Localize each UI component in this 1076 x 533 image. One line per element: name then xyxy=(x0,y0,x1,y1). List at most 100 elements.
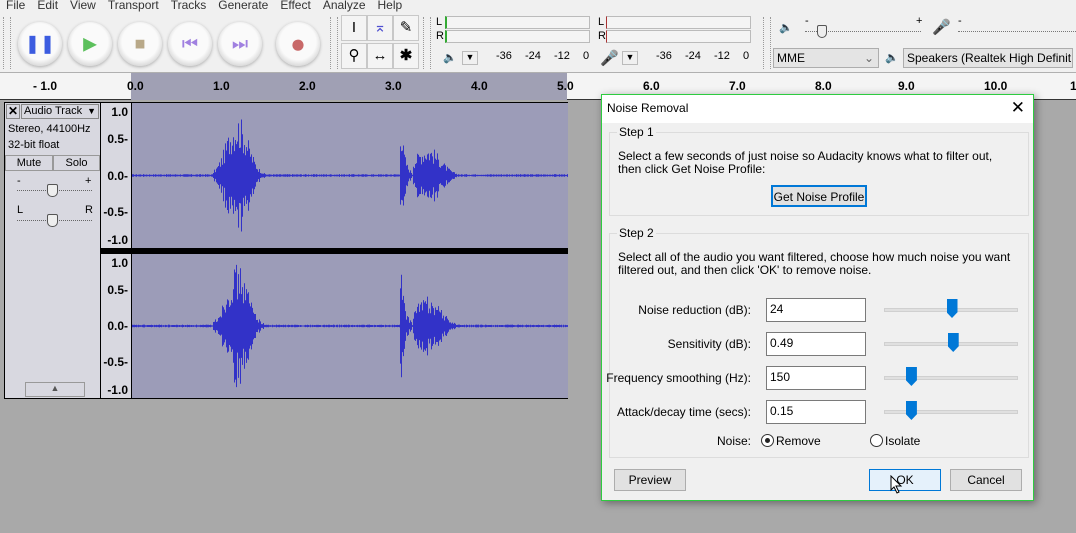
waveform-right-channel[interactable] xyxy=(132,254,568,398)
field-slider[interactable] xyxy=(884,367,1018,386)
slider-thumb[interactable] xyxy=(47,184,58,197)
preview-button[interactable]: Preview xyxy=(614,469,686,491)
vertical-ruler-right[interactable]: 1.0 0.5- 0.0- -0.5- -1.0 xyxy=(101,254,131,398)
ruler-tick-label: 2.0 xyxy=(299,79,316,93)
play-button[interactable]: ▶ xyxy=(68,22,112,66)
slider-thumb[interactable] xyxy=(905,367,917,386)
get-noise-profile-button[interactable]: Get Noise Profile xyxy=(771,185,867,207)
cancel-button[interactable]: Cancel xyxy=(950,469,1022,491)
field-slider[interactable] xyxy=(884,299,1018,318)
menu-view[interactable]: View xyxy=(64,0,102,13)
record-meter-right[interactable] xyxy=(606,30,751,43)
playback-volume-slider[interactable] xyxy=(805,25,921,38)
toolbar-grip[interactable] xyxy=(763,17,771,69)
ok-button[interactable]: OK xyxy=(869,469,941,491)
toolbar-grip[interactable] xyxy=(330,17,338,69)
gain-slider[interactable] xyxy=(17,184,92,197)
skip-start-button[interactable]: ⏮ xyxy=(168,22,212,66)
menu-generate[interactable]: Generate xyxy=(212,0,274,13)
toolbar-grip[interactable] xyxy=(423,17,431,69)
stop-button[interactable]: ■ xyxy=(118,22,162,66)
slider-thumb[interactable] xyxy=(947,333,959,352)
field-input[interactable]: 150 xyxy=(766,366,866,390)
selection-tool-icon[interactable]: I xyxy=(341,15,367,41)
close-icon[interactable]: ✕ xyxy=(1011,98,1025,118)
menu-transport[interactable]: Transport xyxy=(102,0,165,13)
step2-label: Step 2 xyxy=(617,226,656,240)
vertical-ruler-left[interactable]: 1.0 0.5- 0.0- -0.5- -1.0 xyxy=(101,103,131,248)
menu-edit[interactable]: Edit xyxy=(31,0,64,13)
amplitude-tick-label: -0.5- xyxy=(103,355,128,369)
menu-tracks[interactable]: Tracks xyxy=(165,0,213,13)
audio-host-select[interactable]: MME ⌄ xyxy=(773,48,879,68)
solo-button[interactable]: Solo xyxy=(53,155,100,171)
output-device-value: Speakers (Realtek High Definit xyxy=(907,51,1072,65)
field-label: Frequency smoothing (Hz): xyxy=(606,371,751,385)
multi-tool-icon[interactable]: ✱ xyxy=(393,43,419,69)
amplitude-tick-label: -0.5- xyxy=(103,204,128,219)
skip-end-icon: ⏭ xyxy=(231,33,249,54)
isolate-radio[interactable] xyxy=(870,434,883,447)
track-bitdepth: 32-bit float xyxy=(8,139,60,151)
stop-icon: ■ xyxy=(134,33,146,54)
draw-tool-icon[interactable]: ✎ xyxy=(393,15,419,41)
slider-thumb[interactable] xyxy=(47,214,58,227)
timeshift-tool-icon[interactable]: ↔ xyxy=(367,43,393,69)
record-button[interactable]: ● xyxy=(276,22,320,66)
collapse-track-button[interactable]: ▲ xyxy=(25,382,85,397)
slider-thumb[interactable] xyxy=(946,299,958,318)
envelope-tool-icon[interactable]: ⌅ xyxy=(367,15,393,41)
playback-meter-left[interactable] xyxy=(445,16,590,29)
playback-meter-right[interactable] xyxy=(445,30,590,43)
toolbar: ❚❚ ▶ ■ ⏮ ⏭ ● I ⌅ ✎ ⚲ ↔ ✱ L R L R 🔈 ▼ -36 -24 -1… xyxy=(0,13,1076,73)
step1-label: Step 1 xyxy=(617,125,656,139)
slider-thumb[interactable] xyxy=(905,401,917,420)
ruler-tick-label: 10.0 xyxy=(984,79,1008,93)
remove-label[interactable]: Remove xyxy=(776,434,821,448)
microphone-icon: 🎤 xyxy=(932,19,951,36)
track-menu-button[interactable]: Audio Track ▼ xyxy=(21,104,99,119)
mute-button[interactable]: Mute xyxy=(5,155,53,171)
menu-help[interactable]: Help xyxy=(372,0,409,13)
close-track-button[interactable]: ✕ xyxy=(6,104,20,119)
field-input[interactable]: 0.15 xyxy=(766,400,866,424)
meter-scale-label: 0 xyxy=(743,50,750,62)
field-slider[interactable] xyxy=(884,401,1018,420)
record-meter-dropdown[interactable]: ▼ xyxy=(622,51,638,65)
toolbar-grip[interactable] xyxy=(3,17,11,69)
isolate-label[interactable]: Isolate xyxy=(885,434,920,448)
record-icon: ● xyxy=(290,28,306,59)
gain-minus: - xyxy=(17,175,21,187)
slider-thumb[interactable] xyxy=(817,25,827,38)
speaker-icon: 🔈 xyxy=(779,22,793,34)
field-input[interactable]: 0.49 xyxy=(766,332,866,356)
menu-analyze[interactable]: Analyze xyxy=(317,0,372,13)
zoom-tool-icon[interactable]: ⚲ xyxy=(341,43,367,69)
record-volume-minus: - xyxy=(958,15,962,27)
ruler-tick-label: 5.0 xyxy=(557,79,574,93)
menu-file[interactable]: File xyxy=(0,0,31,13)
record-meter-left[interactable] xyxy=(606,16,751,29)
waveform-path xyxy=(132,264,568,388)
amplitude-tick-label: 0.0- xyxy=(107,319,128,333)
playback-meter-dropdown[interactable]: ▼ xyxy=(462,51,478,65)
remove-radio[interactable] xyxy=(761,434,774,447)
meter-scale-label: 0 xyxy=(583,50,590,62)
field-input[interactable]: 24 xyxy=(766,298,866,322)
pause-button[interactable]: ❚❚ xyxy=(18,22,62,66)
menu-bar: File Edit View Transport Tracks Generate Effec… xyxy=(0,0,1076,13)
output-device-select[interactable]: Speakers (Realtek High Definit xyxy=(903,48,1073,68)
field-label: Sensitivity (dB): xyxy=(667,337,751,351)
ruler-tick-label: 1.0 xyxy=(213,79,230,93)
waveform-left-channel[interactable] xyxy=(132,103,568,248)
skip-end-button[interactable]: ⏭ xyxy=(218,22,262,66)
record-volume-slider[interactable] xyxy=(958,31,1076,32)
field-slider[interactable] xyxy=(884,333,1018,352)
pan-slider[interactable] xyxy=(17,214,92,227)
ruler-tick-label: - 1.0 xyxy=(33,79,58,93)
menu-effect[interactable]: Effect xyxy=(274,0,316,13)
amplitude-tick-label: 1.0 xyxy=(111,256,128,270)
mouse-cursor-icon xyxy=(890,475,903,494)
dialog-titlebar: Noise Removal ✕ xyxy=(602,95,1033,123)
meter-scale-label: -12 xyxy=(714,50,730,62)
